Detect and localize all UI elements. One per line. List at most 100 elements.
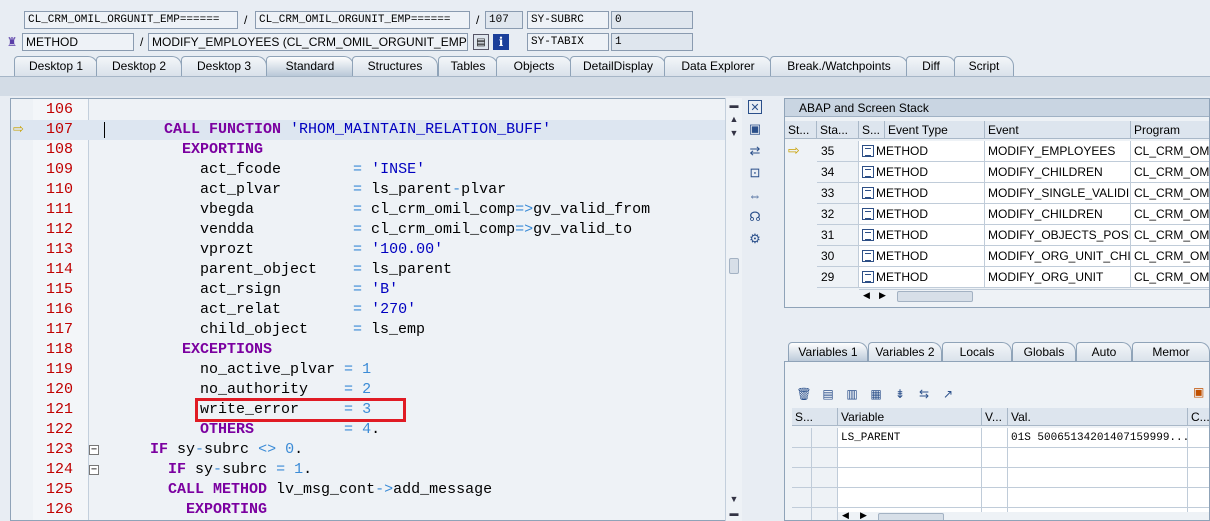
- code-line[interactable]: 106: [11, 100, 725, 120]
- code-line[interactable]: 119 no_active_plvar = 1: [11, 360, 725, 380]
- stack-event-type[interactable]: METHOD: [859, 246, 985, 267]
- var-value[interactable]: 01S 50065134201407159999...: [1008, 428, 1188, 448]
- scroll-thumb[interactable]: [729, 258, 739, 274]
- code-line[interactable]: 111 vbegda = cl_crm_omil_comp=>gv_valid_…: [11, 200, 725, 220]
- var-row-select[interactable]: [792, 488, 812, 508]
- var-viewer-cell[interactable]: [982, 448, 1008, 468]
- tab-structures[interactable]: Structures: [352, 56, 438, 76]
- var-col-header[interactable]: Variable: [838, 408, 982, 426]
- var-viewer-cell[interactable]: [982, 428, 1008, 448]
- var-tab-memor[interactable]: Memor: [1132, 342, 1210, 362]
- swap-tool-icon[interactable]: ⇔: [746, 186, 764, 204]
- code-line[interactable]: 126 EXPORTING: [11, 500, 725, 520]
- var-value[interactable]: [1008, 468, 1188, 488]
- stack-program[interactable]: CL_CRM_OMIL_: [1131, 204, 1209, 225]
- stack-col-header[interactable]: Event: [985, 121, 1131, 139]
- scroll-thumb[interactable]: [897, 291, 973, 302]
- sysvar-name-field[interactable]: SY-SUBRC: [527, 11, 609, 29]
- var-name-input[interactable]: [838, 468, 982, 488]
- stack-row-marker[interactable]: [785, 183, 817, 204]
- stack-col-header[interactable]: Program: [1131, 121, 1209, 139]
- code-line[interactable]: 124 IF sy-subrc = 1. −: [11, 460, 725, 480]
- stack-row-marker[interactable]: [785, 204, 817, 225]
- source-code-editor[interactable]: 106 ⇨ 107 CALL FUNCTION 'RHOM_MAINTAIN_RELA…: [10, 98, 742, 521]
- event-type-field[interactable]: METHOD: [22, 33, 134, 51]
- new-variable-icon[interactable]: ▤: [819, 385, 837, 403]
- tab-desktop-2[interactable]: Desktop 2: [96, 56, 182, 76]
- stack-program[interactable]: CL_CRM_OMIL_: [1131, 267, 1209, 288]
- tab-desktop-3[interactable]: Desktop 3: [181, 56, 267, 76]
- delete-icon[interactable]: 🗑: [795, 385, 813, 403]
- code-line[interactable]: 123 IF sy-subrc <> 0. −: [11, 440, 725, 460]
- code-line[interactable]: 116 act_relat = '270': [11, 300, 725, 320]
- display-object-icon[interactable]: ▤: [473, 34, 489, 50]
- stack-event[interactable]: MODIFY_ORG_UNIT_CHI...: [985, 246, 1131, 267]
- save-icon[interactable]: ▦: [867, 385, 885, 403]
- close-tool-icon[interactable]: ✕: [748, 100, 762, 114]
- maximize-tool-icon[interactable]: ⊡: [746, 164, 764, 182]
- code-line[interactable]: 109 act_fcode = 'INSE': [11, 160, 725, 180]
- var-col-header[interactable]: Val.: [1008, 408, 1188, 426]
- stack-program[interactable]: CL_CRM_OMIL_: [1131, 225, 1209, 246]
- code-line[interactable]: 108 EXPORTING: [11, 140, 725, 160]
- var-tab-globals[interactable]: Globals: [1012, 342, 1076, 362]
- scroll-left-icon[interactable]: ◀: [842, 510, 849, 520]
- stack-hscroll[interactable]: ◀ ▶: [859, 289, 1209, 303]
- stack-event[interactable]: MODIFY_EMPLOYEES: [985, 141, 1131, 162]
- split-icon[interactable]: ⇟: [891, 385, 909, 403]
- var-viewer-cell[interactable]: [982, 488, 1008, 508]
- stack-row-marker[interactable]: [785, 267, 817, 288]
- editor-scrollbar[interactable]: ▬ ▲ ▼ ▼ ▬: [725, 98, 742, 521]
- stack-col-header[interactable]: Sta...: [817, 121, 859, 139]
- stack-event-type[interactable]: METHOD: [859, 141, 985, 162]
- tab-tables[interactable]: Tables: [438, 56, 498, 76]
- line-number-field[interactable]: 107: [485, 11, 523, 29]
- scroll-right-icon[interactable]: ▶: [860, 510, 867, 520]
- var-tab-variables-1[interactable]: Variables 1: [788, 342, 868, 362]
- stack-row-marker[interactable]: ⇨: [785, 141, 817, 162]
- var-tab-auto[interactable]: Auto: [1076, 342, 1132, 362]
- method-name-field[interactable]: MODIFY_EMPLOYEES (CL_CRM_OMIL_ORGUNIT_EM…: [148, 33, 468, 51]
- stack-event[interactable]: MODIFY_ORG_UNIT: [985, 267, 1131, 288]
- stack-program[interactable]: CL_CRM_OMIL_: [1131, 162, 1209, 183]
- scroll-bottom-icon[interactable]: ▬: [726, 506, 742, 520]
- stack-col-header[interactable]: St...: [785, 121, 817, 139]
- var-tab-locals[interactable]: Locals: [942, 342, 1012, 362]
- code-line[interactable]: 110 act_plvar = ls_parent-plvar: [11, 180, 725, 200]
- code-line[interactable]: 118 EXCEPTIONS: [11, 340, 725, 360]
- sysvar2-name-field[interactable]: SY-TABIX: [527, 33, 609, 51]
- class-name-field[interactable]: CL_CRM_OMIL_ORGUNIT_EMP======: [24, 11, 238, 29]
- scroll-page-up-icon[interactable]: ▼: [726, 126, 742, 140]
- var-col-header[interactable]: V...: [982, 408, 1008, 426]
- var-col-header[interactable]: S...: [792, 408, 838, 426]
- scroll-left-icon[interactable]: ◀: [863, 290, 870, 301]
- scroll-thumb[interactable]: [878, 513, 944, 520]
- collapse-toggle-icon[interactable]: −: [89, 445, 99, 455]
- var-row-select[interactable]: [792, 508, 812, 520]
- stack-col-header[interactable]: Event Type: [885, 121, 985, 139]
- replace-tool-icon[interactable]: ⇄: [746, 142, 764, 160]
- code-line[interactable]: ⇨ 107 CALL FUNCTION 'RHOM_MAINTAIN_RELATIO…: [11, 120, 725, 140]
- var-row-select[interactable]: [792, 448, 812, 468]
- scroll-up-icon[interactable]: ▲: [726, 112, 742, 126]
- stack-row-marker[interactable]: [785, 162, 817, 183]
- var-viewer-cell[interactable]: [982, 468, 1008, 488]
- tab-data-explorer[interactable]: Data Explorer: [664, 56, 772, 76]
- scroll-right-icon[interactable]: ▶: [879, 290, 886, 301]
- var-hscroll[interactable]: ◀ ▶: [838, 510, 1209, 520]
- tab-desktop-1[interactable]: Desktop 1: [14, 56, 98, 76]
- tab-script[interactable]: Script: [954, 56, 1014, 76]
- var-col-header[interactable]: C...: [1188, 408, 1209, 426]
- stack-program[interactable]: CL_CRM_OMIL_: [1131, 183, 1209, 204]
- code-line[interactable]: 113 vprozt = '100.00': [11, 240, 725, 260]
- save-layout-icon[interactable]: ▣: [1193, 385, 1209, 403]
- code-line[interactable]: 122 OTHERS = 4.: [11, 420, 725, 440]
- settings-tool-icon[interactable]: ⚙: [746, 230, 764, 248]
- var-row-select[interactable]: [792, 468, 812, 488]
- tab-objects[interactable]: Objects: [496, 56, 572, 76]
- code-line[interactable]: 120 no_authority = 2: [11, 380, 725, 400]
- code-line[interactable]: 117 child_object = ls_emp: [11, 320, 725, 340]
- stack-row-marker[interactable]: [785, 225, 817, 246]
- code-line[interactable]: 112 vendda = cl_crm_omil_comp=>gv_valid_…: [11, 220, 725, 240]
- stack-event-type[interactable]: METHOD: [859, 183, 985, 204]
